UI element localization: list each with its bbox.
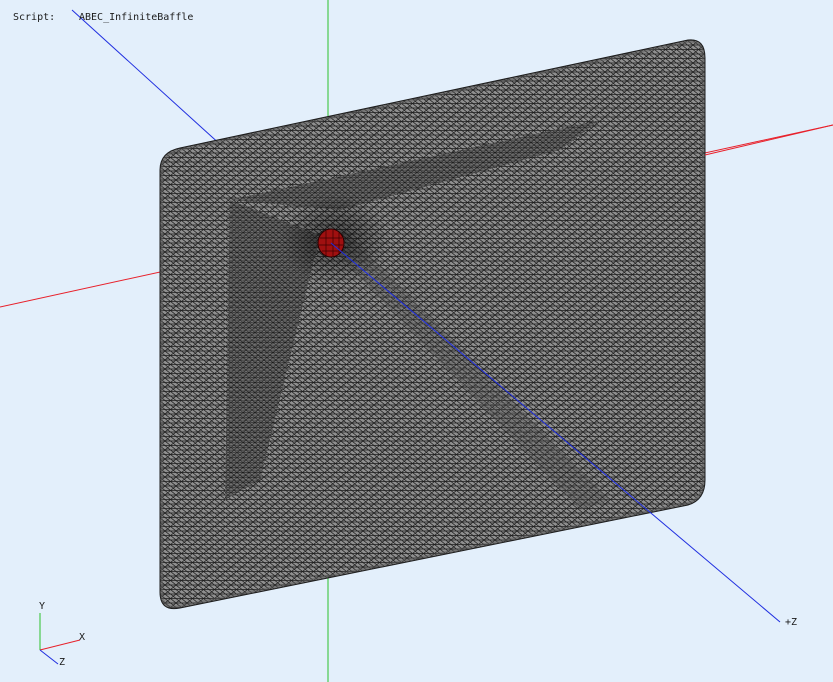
- triad-y-label: Y: [39, 601, 46, 612]
- x-axis-line-front: [704, 124, 833, 156]
- script-name: ABEC_InfiniteBaffle: [79, 12, 194, 23]
- z-plus-axis-label: +Z: [785, 617, 798, 628]
- 3d-viewport[interactable]: Script: ABEC_InfiniteBaffle +Z Y X Z: [0, 0, 833, 682]
- scene-canvas[interactable]: [0, 0, 833, 682]
- triad-x-axis: [39, 639, 81, 651]
- triad-z-label: Z: [59, 657, 66, 668]
- script-label: Script:: [13, 12, 56, 23]
- triad-z-axis: [39, 649, 59, 665]
- triad-x-label: X: [79, 632, 86, 643]
- baffle-mesh[interactable]: [150, 30, 720, 620]
